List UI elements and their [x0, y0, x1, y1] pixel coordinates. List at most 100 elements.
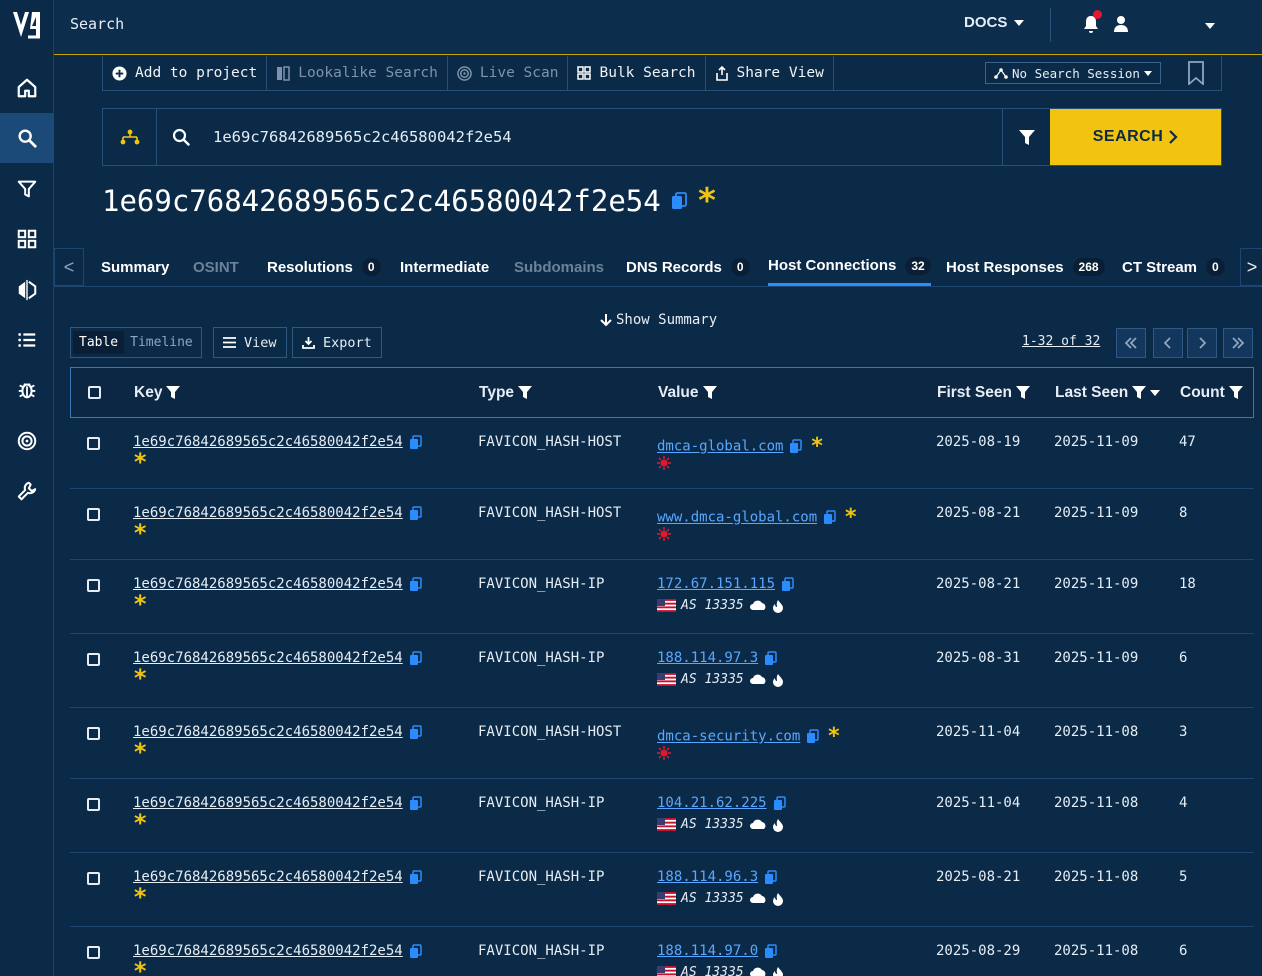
nav-tools[interactable]	[0, 466, 54, 516]
filter-icon[interactable]	[1228, 386, 1243, 400]
row-checkbox[interactable]	[87, 798, 100, 811]
search-filter-button[interactable]	[1002, 109, 1050, 165]
favorite-star-icon[interactable]: *	[697, 184, 717, 218]
copy-icon[interactable]	[409, 724, 422, 740]
column-first-seen[interactable]: First Seen	[937, 384, 1030, 402]
favorite-star-icon[interactable]: *	[133, 740, 147, 764]
view-timeline-option[interactable]: Timeline	[124, 331, 199, 354]
key-link[interactable]: 1e69c76842689565c2c46580042f2e54	[133, 576, 403, 592]
prev-page-button[interactable]	[1153, 328, 1183, 358]
favorite-star-icon[interactable]: *	[133, 666, 147, 690]
column-last-seen[interactable]: Last Seen	[1055, 384, 1161, 402]
bookmark-button[interactable]	[1187, 61, 1205, 89]
nav-compare[interactable]	[0, 265, 54, 315]
copy-icon[interactable]	[409, 505, 422, 521]
tab-osint[interactable]: OSINT	[193, 248, 239, 286]
add-to-project-button[interactable]: Add to project	[103, 56, 268, 90]
favorite-star-icon[interactable]: *	[133, 811, 147, 835]
copy-icon[interactable]	[823, 510, 836, 525]
sort-desc-icon[interactable]	[1150, 389, 1161, 397]
value-link[interactable]: 188.114.97.3	[657, 650, 758, 666]
view-button[interactable]: View	[213, 327, 287, 358]
search-input[interactable]: 1e69c76842689565c2c46580042f2e54	[213, 128, 512, 146]
tabs-scroll-left[interactable]: <	[54, 248, 84, 286]
nav-search[interactable]	[0, 113, 54, 163]
value-link[interactable]: dmca-global.com	[657, 439, 783, 455]
row-checkbox[interactable]	[87, 437, 100, 450]
value-link[interactable]: 188.114.96.3	[657, 869, 758, 885]
filter-icon[interactable]	[1132, 386, 1147, 400]
row-checkbox[interactable]	[87, 946, 100, 959]
key-link[interactable]: 1e69c76842689565c2c46580042f2e54	[133, 943, 403, 959]
tab-dns-records[interactable]: DNS Records 0	[626, 248, 750, 286]
row-checkbox[interactable]	[87, 872, 100, 885]
favorite-star-icon[interactable]: *	[133, 450, 147, 474]
tab-host-connections[interactable]: Host Connections 32	[768, 248, 931, 286]
filter-icon[interactable]	[702, 386, 717, 400]
tab-intermediate[interactable]: Intermediate	[400, 248, 489, 286]
app-logo[interactable]	[0, 0, 54, 50]
view-table-option[interactable]: Table	[73, 331, 125, 354]
row-checkbox[interactable]	[87, 508, 100, 521]
favorite-star-icon[interactable]: *	[827, 724, 840, 749]
first-page-button[interactable]	[1116, 328, 1146, 358]
tab-subdomains[interactable]: Subdomains	[514, 248, 604, 286]
show-summary-toggle[interactable]: Show Summary	[600, 312, 717, 328]
row-checkbox[interactable]	[87, 579, 100, 592]
value-link[interactable]: 104.21.62.225	[657, 795, 767, 811]
nav-bug[interactable]	[0, 365, 54, 415]
copy-icon[interactable]	[764, 650, 777, 666]
user-menu-caret[interactable]	[1204, 18, 1216, 34]
copy-icon[interactable]	[409, 434, 422, 450]
tab-summary[interactable]: Summary	[101, 248, 169, 286]
key-link[interactable]: 1e69c76842689565c2c46580042f2e54	[133, 795, 403, 811]
copy-icon[interactable]	[409, 869, 422, 885]
tab-resolutions[interactable]: Resolutions 0	[267, 248, 381, 286]
copy-icon[interactable]	[806, 729, 820, 744]
key-link[interactable]: 1e69c76842689565c2c46580042f2e54	[133, 434, 403, 450]
nav-home[interactable]	[0, 63, 54, 113]
favorite-star-icon[interactable]: *	[133, 521, 147, 545]
nav-filter[interactable]	[0, 164, 54, 214]
copy-icon[interactable]	[409, 943, 422, 959]
copy-icon[interactable]	[409, 576, 422, 592]
search-input-area[interactable]: 1e69c76842689565c2c46580042f2e54	[157, 109, 1002, 165]
copy-icon[interactable]	[789, 439, 803, 454]
live-scan-button[interactable]: Live Scan	[448, 56, 569, 90]
last-page-button[interactable]	[1223, 328, 1253, 358]
filter-icon[interactable]	[1015, 386, 1030, 400]
key-link[interactable]: 1e69c76842689565c2c46580042f2e54	[133, 505, 403, 521]
column-value[interactable]: Value	[658, 384, 717, 402]
search-button[interactable]: SEARCH	[1050, 109, 1221, 165]
nav-dashboard[interactable]	[0, 214, 54, 264]
lookalike-search-button[interactable]: Lookalike Search	[267, 56, 448, 90]
copy-icon[interactable]	[781, 576, 794, 592]
copy-icon[interactable]	[671, 192, 687, 210]
favorite-star-icon[interactable]: *	[844, 505, 857, 530]
tab-ct-stream[interactable]: CT Stream 0	[1122, 248, 1225, 286]
tab-host-responses[interactable]: Host Responses 268	[946, 248, 1105, 286]
bulk-search-button[interactable]: Bulk Search	[568, 56, 706, 90]
column-type[interactable]: Type	[479, 384, 533, 402]
key-link[interactable]: 1e69c76842689565c2c46580042f2e54	[133, 650, 403, 666]
favorite-star-icon[interactable]: *	[133, 592, 147, 616]
filter-icon[interactable]	[518, 386, 533, 400]
column-count[interactable]: Count	[1180, 384, 1243, 402]
copy-icon[interactable]	[764, 869, 777, 885]
value-link[interactable]: 172.67.151.115	[657, 576, 775, 592]
favorite-star-icon[interactable]: *	[810, 434, 823, 459]
favorite-star-icon[interactable]: *	[133, 959, 147, 976]
pagination-range[interactable]: 1-32 of 32	[1022, 334, 1100, 349]
nav-list[interactable]	[0, 315, 54, 365]
value-link[interactable]: dmca-security.com	[657, 729, 800, 745]
nav-target[interactable]	[0, 416, 54, 466]
value-link[interactable]: 188.114.97.0	[657, 943, 758, 959]
favorite-star-icon[interactable]: *	[133, 885, 147, 909]
docs-menu[interactable]: DOCS	[964, 14, 1025, 31]
row-checkbox[interactable]	[87, 653, 100, 666]
key-link[interactable]: 1e69c76842689565c2c46580042f2e54	[133, 724, 403, 740]
copy-icon[interactable]	[773, 795, 786, 811]
row-checkbox[interactable]	[87, 727, 100, 740]
copy-icon[interactable]	[764, 943, 777, 959]
graph-search-button[interactable]	[103, 109, 157, 165]
